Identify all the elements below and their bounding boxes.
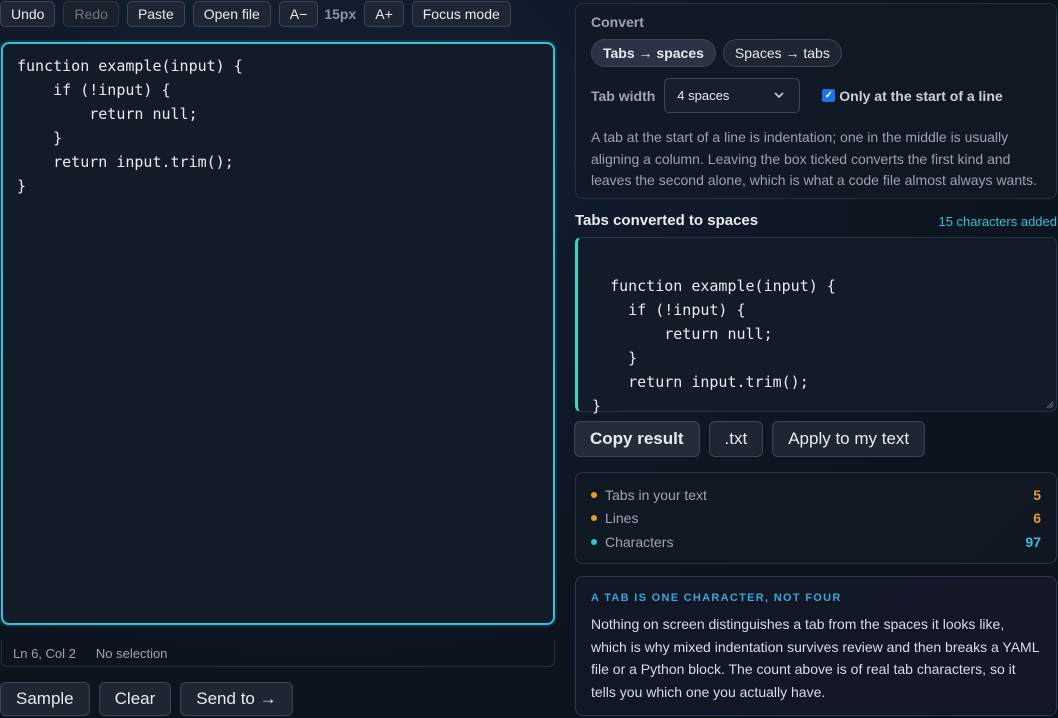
send-to-button[interactable]: Send to →	[180, 682, 293, 716]
status-bar: Ln 6, Col 2 No selection	[1, 640, 555, 667]
stat-row: Lines 6	[591, 507, 1041, 531]
note-body: Nothing on screen distinguishes a tab fr…	[591, 616, 1039, 700]
output-text[interactable]: function example(input) { if (!input) { …	[575, 237, 1057, 415]
font-decrease-button[interactable]: A−	[278, 1, 319, 27]
convert-title: Convert	[591, 14, 644, 30]
info-note: A TAB IS ONE CHARACTER, NOT FOUR Nothing…	[575, 576, 1057, 716]
stat-value: 5	[1033, 486, 1041, 503]
stat-row: Characters 97	[591, 530, 1041, 554]
download-txt-button[interactable]: .txt	[708, 421, 764, 457]
input-editor[interactable]: function example(input) { if (!input) { …	[1, 42, 555, 625]
paste-button[interactable]: Paste	[126, 1, 185, 27]
convert-panel: Convert Tabs → spaces Spaces → tabs Tab …	[575, 3, 1057, 199]
convert-description: A tab at the start of a line is indentat…	[591, 129, 1037, 188]
stat-dot-icon	[591, 538, 597, 545]
tab-width-label: Tab width	[591, 87, 656, 104]
selection-status: No selection	[95, 645, 168, 661]
note-heading: A TAB IS ONE CHARACTER, NOT FOUR	[591, 592, 842, 604]
stat-label: Characters	[605, 533, 674, 550]
resize-handle-icon[interactable]	[1046, 401, 1054, 409]
stat-value: 6	[1033, 510, 1041, 527]
stat-dot-icon	[591, 491, 597, 498]
open-file-button[interactable]: Open file	[192, 1, 271, 27]
result-actions: Copy result .txt Apply to my text	[574, 421, 934, 457]
stat-value: 97	[1025, 533, 1041, 550]
chevron-down-icon	[774, 92, 784, 99]
cursor-position: Ln 6, Col 2	[13, 645, 76, 661]
mode-switch: Tabs → spaces Spaces → tabs	[591, 39, 1041, 67]
tab-width-select[interactable]: 4 spaces	[664, 78, 801, 113]
characters-added-count: 15 characters added	[938, 214, 1057, 229]
stat-row: Tabs in your text 5	[591, 483, 1041, 507]
undo-button[interactable]: Undo	[0, 1, 56, 27]
stat-dot-icon	[591, 515, 597, 522]
checkbox-check-icon[interactable]: ✓	[822, 89, 836, 102]
output-title: Tabs converted to spaces	[575, 212, 759, 229]
spaces-to-tabs-button[interactable]: Spaces → tabs	[722, 39, 842, 67]
stat-label: Tabs in your text	[605, 486, 707, 503]
focus-mode-button[interactable]: Focus mode	[411, 1, 511, 27]
bottom-bar: Sample Clear Send to →	[0, 682, 302, 716]
clear-button[interactable]: Clear	[98, 682, 172, 716]
toolbar: Undo Redo Paste Open file A− 15px A+ Foc…	[0, 1, 519, 27]
tabs-to-spaces-button[interactable]: Tabs → spaces	[591, 39, 716, 67]
stats-panel: Tabs in your text 5 Lines 6 Characters 9…	[575, 472, 1057, 564]
only-start-label: Only at the start of a line	[839, 87, 1003, 104]
font-increase-button[interactable]: A+	[364, 1, 404, 27]
apply-button[interactable]: Apply to my text	[772, 421, 926, 457]
sample-button[interactable]: Sample	[0, 682, 90, 716]
stat-label: Lines	[605, 510, 639, 527]
redo-button[interactable]: Redo	[63, 1, 119, 27]
only-start-checkbox[interactable]: ✓ Only at the start of a line	[822, 87, 1003, 104]
tab-width-value: 4 spaces	[677, 88, 730, 103]
output-content: function example(input) { if (!input) { …	[592, 277, 836, 415]
font-size-readout: 15px	[324, 6, 357, 22]
copy-result-button[interactable]: Copy result	[574, 421, 700, 457]
